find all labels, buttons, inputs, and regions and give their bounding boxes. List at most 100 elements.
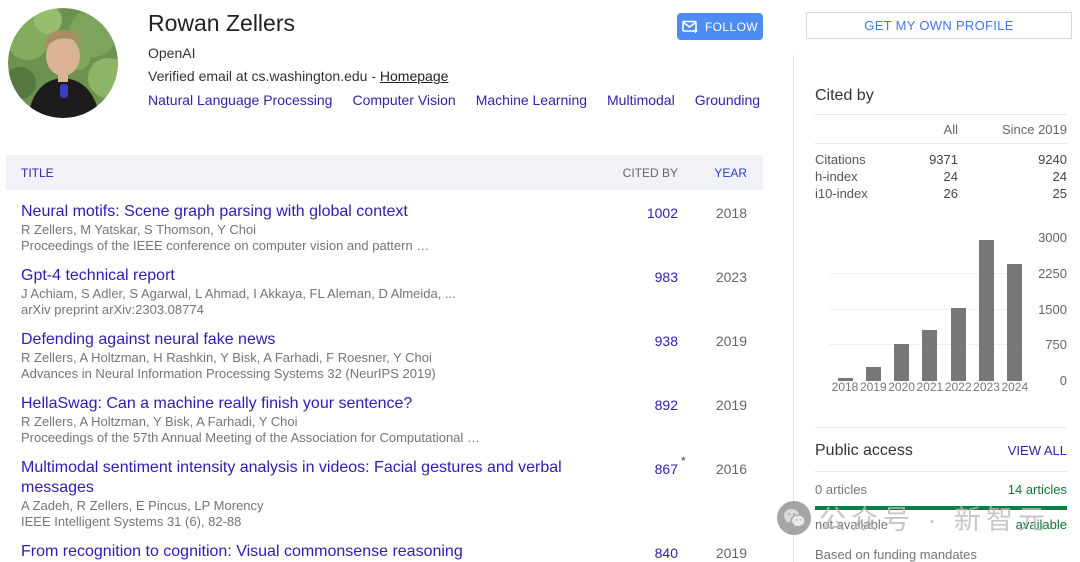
stats-value-all[interactable]: 9371 [898, 151, 958, 168]
funding-mandates-note: Based on funding mandates [815, 547, 977, 562]
cited-by-cell: 892 [598, 394, 678, 446]
chart-bar-2023[interactable] [979, 240, 994, 381]
get-my-own-profile-button[interactable]: GET MY OWN PROFILE [806, 12, 1072, 39]
chart-bar-2020[interactable] [894, 344, 910, 381]
cited-by-cell: 1002 [598, 202, 678, 254]
column-header-cited-by: CITED BY [622, 165, 678, 180]
scholar-profile-page: Rowan Zellers OpenAI Verified email at c… [0, 0, 1080, 562]
divider [815, 427, 1067, 428]
paper-authors: R Zellers, A Holtzman, Y Bisk, A Farhadi… [21, 414, 298, 429]
cited-by-cell: 938 [598, 330, 678, 382]
stats-row: i10-index 26 25 [815, 185, 1067, 202]
citations-per-year-chart: 0 750 1500 2250 3000 2018 2019 2020 2021 2022 2023… [815, 230, 1067, 394]
column-header-title[interactable]: TITLE [21, 166, 598, 180]
chart-bar-2019[interactable] [865, 367, 881, 381]
citation-stats-rows: Citations 9371 9240 h-index 24 24 i10-index 26 2… [815, 144, 1067, 202]
merged-citations-asterisk[interactable]: * [681, 454, 686, 468]
chart-y-tick: 2250 [1038, 265, 1067, 281]
chart-y-tick: 750 [1045, 337, 1067, 353]
interest-tag[interactable]: Natural Language Processing [148, 92, 332, 108]
cited-by-cell: 840 [598, 542, 678, 562]
paper-authors: R Zellers, A Holtzman, H Rashkin, Y Bisk… [21, 350, 432, 365]
publication-row: Defending against neural fake news R Zell… [6, 318, 763, 382]
citation-stats-header: All Since 2019 [815, 115, 1067, 144]
chart-y-tick: 3000 [1038, 230, 1067, 245]
avatar [8, 8, 118, 118]
interests-list: Natural Language Processing Computer Visi… [148, 92, 793, 110]
column-header-year[interactable]: YEAR [693, 166, 747, 180]
stats-label: h-index [815, 169, 858, 184]
stats-value-all[interactable]: 24 [898, 168, 958, 185]
publication-row: From recognition to cognition: Visual co… [6, 530, 763, 562]
profile-header: Rowan Zellers OpenAI Verified email at c… [0, 0, 793, 147]
chart-x-tick: 2024 [1001, 380, 1029, 394]
paper-venue: Proceedings of the IEEE conference on co… [21, 238, 430, 253]
paper-year: 2023 [715, 269, 747, 285]
cited-by-heading: Cited by [815, 87, 1067, 115]
not-available-label: not available [815, 517, 888, 532]
divider [815, 471, 1067, 472]
follow-label: FOLLOW [704, 19, 759, 34]
paper-year: 2019 [715, 333, 747, 349]
paper-title-link[interactable]: Gpt-4 technical report [21, 266, 175, 286]
cited-by-count-link[interactable]: 983 [655, 269, 678, 285]
stats-col-since: Since 2019 [1001, 122, 1067, 137]
paper-year: 2016 [715, 461, 747, 477]
paper-title-link[interactable]: Multimodal sentiment intensity analysis … [21, 458, 598, 498]
chart-bar-2024[interactable] [1007, 264, 1023, 381]
paper-title-link[interactable]: From recognition to cognition: Visual co… [21, 542, 463, 562]
chart-bar-2021[interactable] [922, 329, 938, 381]
stats-row: h-index 24 24 [815, 168, 1067, 185]
publications-table-header: TITLE CITED BY YEAR [6, 155, 763, 190]
publication-row: Multimodal sentiment intensity analysis … [6, 446, 763, 530]
paper-year: 2019 [715, 545, 747, 561]
chart-bar-2022[interactable] [950, 308, 966, 381]
cited-by-count-link[interactable]: 840 [655, 545, 678, 561]
cited-by-cell: 867 * [598, 454, 686, 530]
stats-row: Citations 9371 9240 [815, 151, 1067, 168]
main-content: Rowan Zellers OpenAI Verified email at c… [0, 0, 793, 562]
stats-label: i10-index [815, 186, 868, 201]
cited-by-count-link[interactable]: 867 [655, 461, 678, 477]
interest-tag[interactable]: Machine Learning [476, 92, 587, 108]
available-label: available [1015, 517, 1067, 532]
paper-year: 2018 [715, 205, 747, 221]
stats-value-since[interactable]: 24 [958, 168, 1067, 185]
stats-label: Citations [815, 152, 866, 167]
paper-authors: R Zellers, M Yatskar, S Thomson, Y Choi [21, 222, 257, 237]
cited-by-count-link[interactable]: 938 [655, 333, 678, 349]
interest-tag[interactable]: Computer Vision [352, 92, 455, 108]
paper-title-link[interactable]: Neural motifs: Scene graph parsing with … [21, 202, 408, 222]
stats-value-since[interactable]: 9240 [958, 151, 1067, 168]
stats-col-all: All [943, 122, 958, 137]
cited-by-count-link[interactable]: 1002 [647, 205, 678, 221]
paper-year: 2019 [715, 397, 747, 413]
publications-table: TITLE CITED BY YEAR Neural motifs: Scene… [6, 155, 763, 562]
available-count: 14 articles [1007, 482, 1067, 497]
publication-row: Neural motifs: Scene graph parsing with … [6, 190, 763, 254]
verified-email-text: Verified email at cs.washington.edu - [148, 68, 380, 84]
homepage-link[interactable]: Homepage [380, 68, 449, 84]
sidebar: GET MY OWN PROFILE Cited by All Since 20… [793, 0, 1080, 562]
chart-y-tick: 1500 [1038, 301, 1067, 317]
paper-title-link[interactable]: HellaSwag: Can a machine really finish y… [21, 394, 412, 414]
paper-venue: Proceedings of the 57th Annual Meeting o… [21, 430, 480, 445]
publications-list: Neural motifs: Scene graph parsing with … [6, 190, 763, 562]
paper-title-link[interactable]: Defending against neural fake news [21, 330, 275, 350]
public-access-counts: 0 articles 14 articles [815, 482, 1067, 497]
stats-value-since[interactable]: 25 [958, 185, 1067, 202]
cited-by-count-link[interactable]: 892 [655, 397, 678, 413]
stats-value-all[interactable]: 26 [898, 185, 958, 202]
interest-tag[interactable]: Multimodal [607, 92, 675, 108]
paper-venue: IEEE Intelligent Systems 31 (6), 82-88 [21, 514, 242, 529]
public-access-header: Public access VIEW ALL [815, 442, 1067, 460]
not-available-count: 0 articles [815, 482, 868, 497]
cited-by-cell: 983 [598, 266, 678, 318]
sidebar-body: Cited by All Since 2019 Citations 9371 924… [793, 87, 1080, 562]
interest-tag[interactable]: Grounding [695, 92, 760, 108]
follow-button[interactable]: FOLLOW [677, 13, 763, 40]
profile-verified: Verified email at cs.washington.edu - Ho… [148, 68, 793, 84]
paper-authors: A Zadeh, R Zellers, E Pincus, LP Morency [21, 498, 264, 513]
paper-authors: J Achiam, S Adler, S Agarwal, L Ahmad, I… [21, 286, 456, 301]
view-all-link[interactable]: VIEW ALL [1008, 443, 1067, 458]
